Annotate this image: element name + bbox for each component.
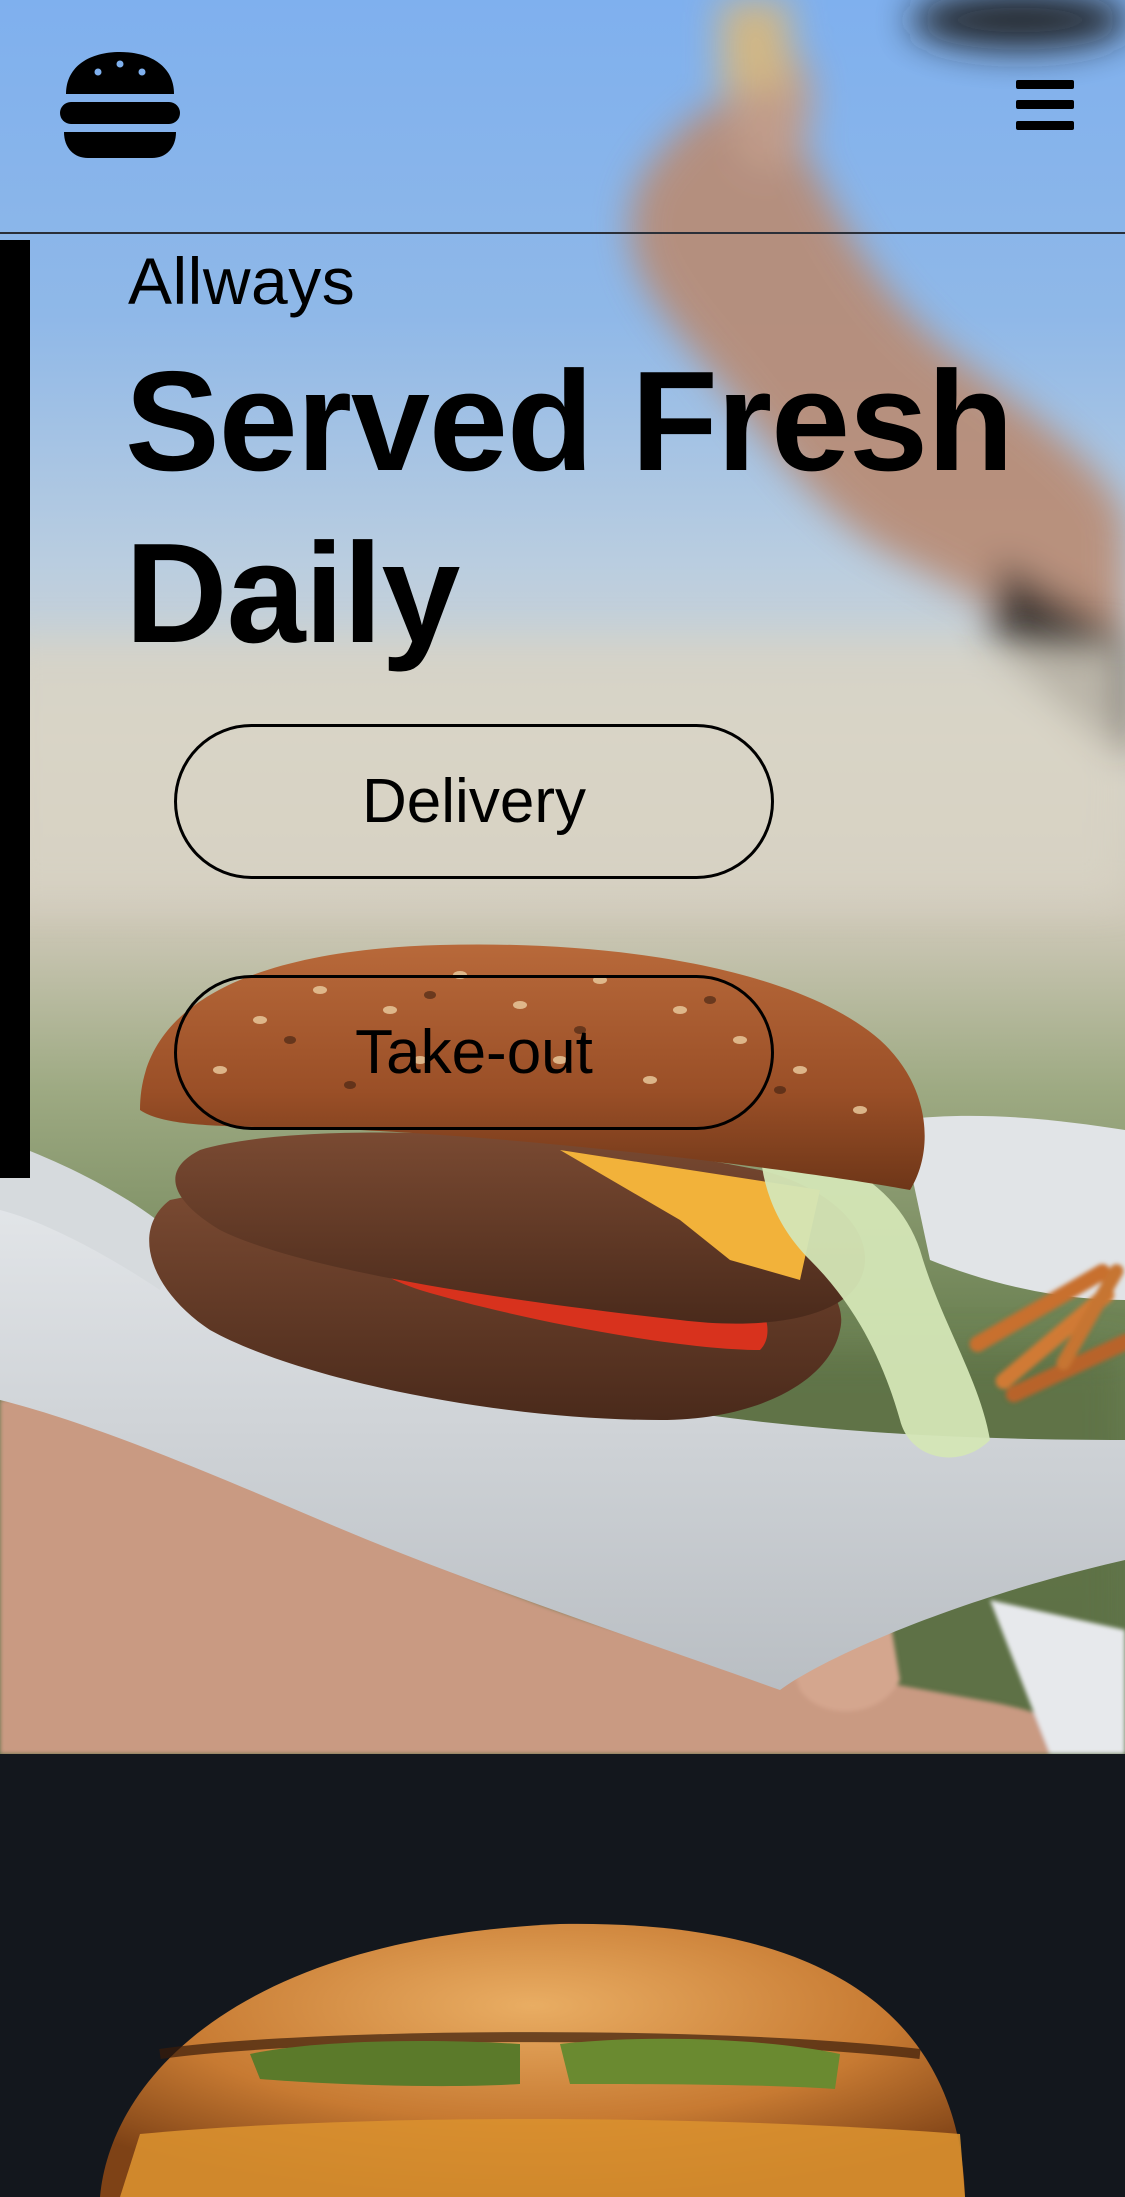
takeout-button[interactable]: Take-out — [174, 975, 774, 1130]
hero-headline: Served Fresh Daily — [125, 342, 1014, 673]
hamburger-menu-icon[interactable] — [1016, 80, 1074, 130]
side-accent-bar — [0, 240, 30, 1178]
hero-eyebrow: Allways — [128, 244, 356, 318]
hero-section: Allways Served Fresh Daily Delivery Take… — [0, 0, 1125, 1754]
top-navigation — [0, 0, 1125, 234]
featured-burger-photo — [100, 1923, 965, 2197]
featured-burger-section — [0, 1754, 1125, 2197]
delivery-button[interactable]: Delivery — [174, 724, 774, 879]
burger-logo-icon[interactable] — [60, 52, 180, 160]
